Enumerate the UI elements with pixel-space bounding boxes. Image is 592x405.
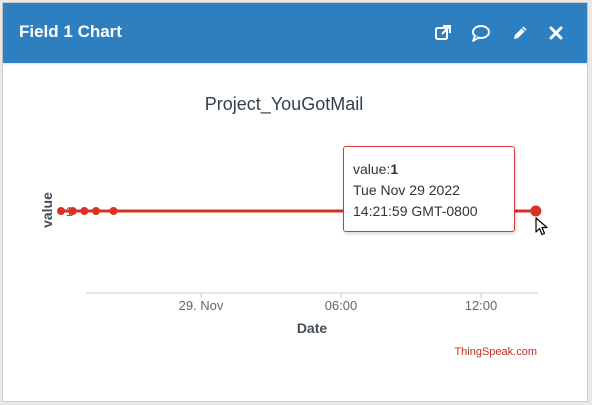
x-axis-label: Date [297,320,328,336]
external-link-icon[interactable] [433,23,453,43]
x-tick-label: 29. Nov [179,298,224,313]
data-point[interactable] [109,207,118,215]
x-tick-label: 12:00 [465,298,498,313]
mouse-cursor-icon [535,217,548,236]
hovered-data-point[interactable] [530,205,542,217]
widget-header: Field 1 Chart [3,3,587,63]
y-axis-label: value [39,192,55,228]
tooltip-date: Tue Nov 29 2022 [353,182,460,198]
widget-title: Field 1 Chart [19,22,122,41]
tooltip-value: 1 [390,161,399,177]
x-tick-label: 06:00 [325,298,358,313]
data-point[interactable] [92,207,100,215]
chart-area: Project_YouGotMail value Date 29. Nov 06:… [11,71,581,395]
data-point[interactable] [80,207,89,215]
tooltip-value-line: value:1 [353,159,505,180]
close-icon[interactable] [546,23,566,43]
thingspeak-credit[interactable]: ThingSpeak.com [454,346,537,358]
pencil-icon[interactable] [510,23,530,43]
chart-title: Project_YouGotMail [205,94,363,115]
comment-icon[interactable] [471,23,491,43]
line-chart: Project_YouGotMail value Date 29. Nov 06:… [39,94,542,358]
tooltip-value-label: value: [353,161,391,177]
data-point[interactable] [57,207,65,215]
data-point[interactable] [68,207,77,215]
data-point-tooltip: value:1 Tue Nov 29 2022 14:21:59 GMT-080… [343,146,515,232]
tooltip-time: 14:21:59 GMT-0800 [353,203,478,219]
chart-widget: Field 1 Chart Project_YouGotMail value D… [2,2,588,402]
